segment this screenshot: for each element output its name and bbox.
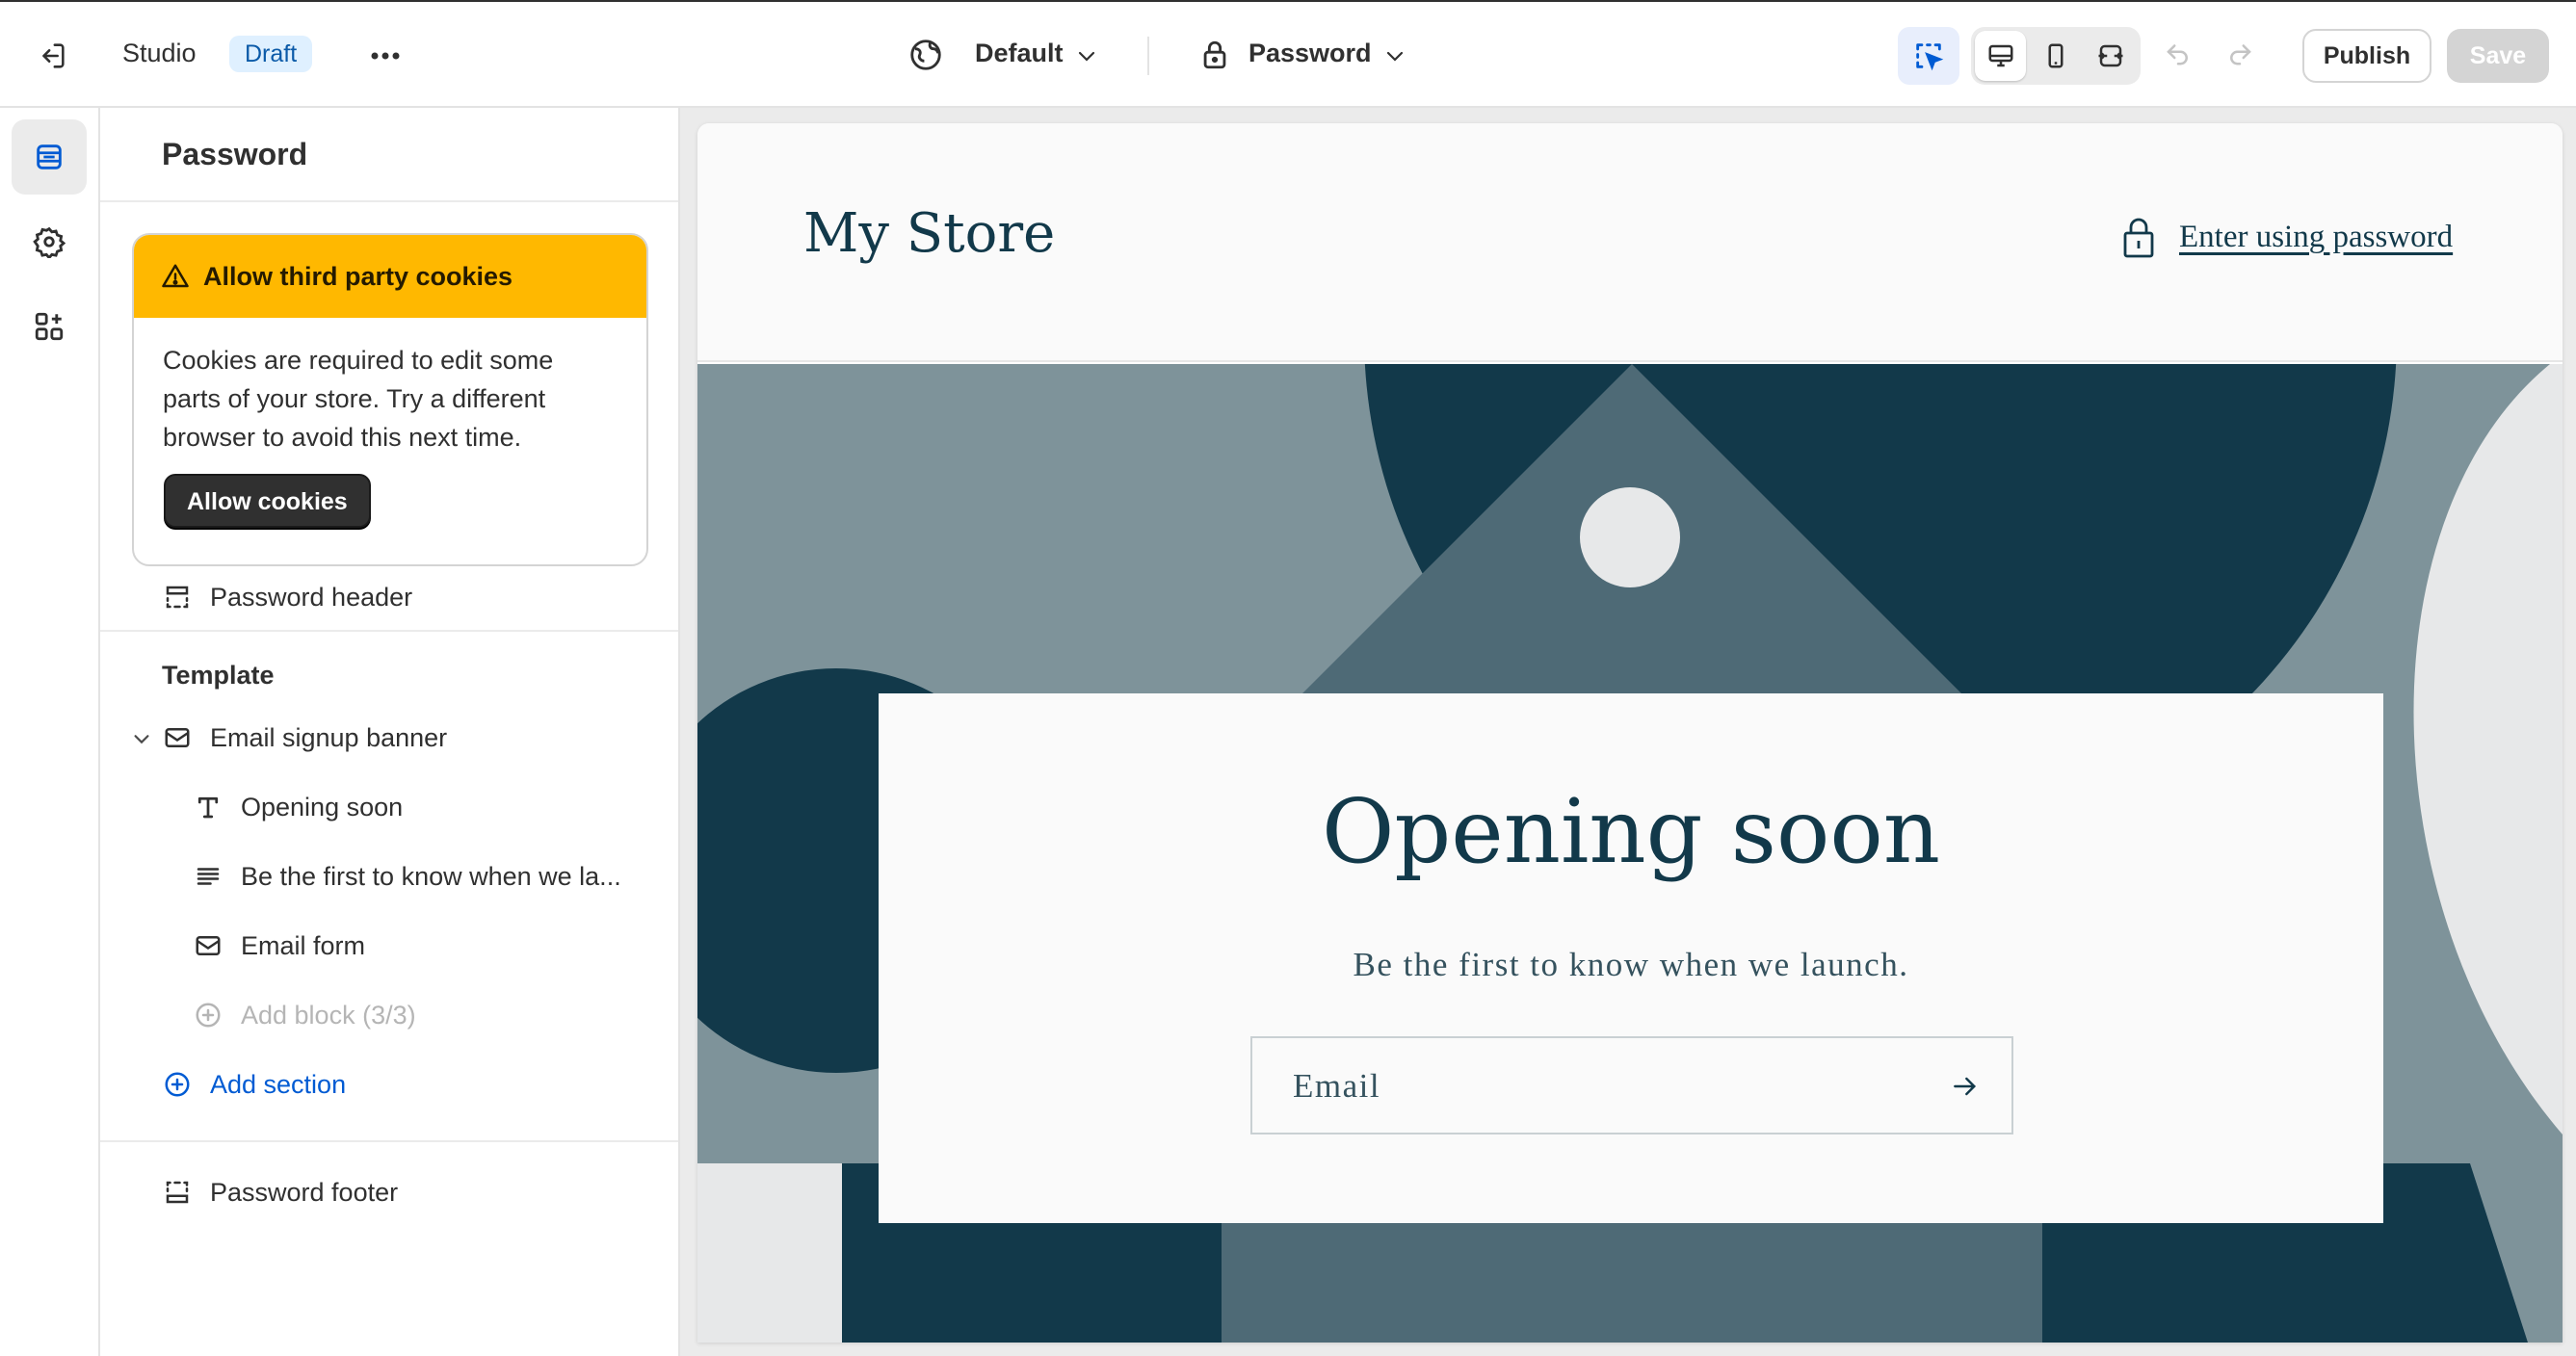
inspector-toggle[interactable] xyxy=(1898,27,1959,85)
paragraph-icon xyxy=(197,868,220,885)
page-selector[interactable]: Password xyxy=(1249,39,1372,68)
divider xyxy=(100,1140,678,1142)
top-bar: Studio Draft Default Password Publish Sa… xyxy=(0,0,2576,108)
viewport-switcher xyxy=(1971,27,2141,85)
cookie-banner-body: Cookies are required to edit some parts … xyxy=(163,346,554,452)
store-preview[interactable]: My Store Enter using password Opening so… xyxy=(697,123,2563,1343)
status-badge: Draft xyxy=(229,36,313,72)
block-label: Opening soon xyxy=(241,793,404,821)
block-heading[interactable]: Opening soon xyxy=(100,778,678,836)
desktop-icon xyxy=(1988,44,2013,67)
toolbar-divider xyxy=(1147,37,1149,75)
more-icon xyxy=(371,52,400,60)
cookie-banner-header: Allow third party cookies xyxy=(134,235,646,318)
add-block-button[interactable]: Add block (3/3) xyxy=(100,986,678,1044)
gear-icon xyxy=(33,226,66,258)
section-label: Password header xyxy=(210,583,413,612)
section-email-signup-banner[interactable]: Email signup banner xyxy=(100,709,678,767)
undo-icon[interactable] xyxy=(2164,39,2193,67)
block-label: Be the first to know when we la... xyxy=(241,862,621,891)
chevron-down-icon[interactable] xyxy=(1383,44,1406,67)
inspector-icon xyxy=(1916,43,1944,71)
globe-icon xyxy=(910,39,941,70)
block-email-form[interactable]: Email form xyxy=(100,917,678,975)
fullwidth-view-button[interactable] xyxy=(2086,31,2137,81)
rail-item-apps[interactable] xyxy=(12,289,87,364)
mobile-view-button[interactable] xyxy=(2030,31,2081,81)
sections-icon xyxy=(37,144,62,170)
email-placeholder: Email xyxy=(1293,1067,1381,1105)
email-icon xyxy=(196,936,221,955)
redo-icon[interactable] xyxy=(2225,39,2254,67)
hero-heading: Opening soon xyxy=(1321,780,1941,883)
email-icon xyxy=(165,728,190,747)
chevron-down-icon[interactable] xyxy=(1075,44,1098,67)
exit-icon xyxy=(42,43,65,68)
signup-card: Opening soon Be the first to know when w… xyxy=(879,693,2383,1223)
desktop-view-button[interactable] xyxy=(1975,31,2027,81)
app-name: Studio xyxy=(122,39,197,67)
fullwidth-icon xyxy=(2098,44,2123,67)
plus-circle-icon xyxy=(196,1003,221,1028)
chevron-down-icon[interactable] xyxy=(131,728,152,749)
apps-icon xyxy=(35,312,64,341)
cookie-banner: Allow third party cookies Cookies are re… xyxy=(132,233,648,566)
block-text[interactable]: Be the first to know when we la... xyxy=(100,848,678,905)
preview-header[interactable]: My Store Enter using password xyxy=(697,123,2563,362)
theme-selector[interactable]: Default xyxy=(975,39,1064,68)
hero-subheading: Be the first to know when we launch. xyxy=(1353,946,1909,983)
cookie-banner-title: Allow third party cookies xyxy=(203,261,513,291)
block-label: Email form xyxy=(241,931,366,960)
lock-icon xyxy=(1203,40,1226,69)
mobile-icon xyxy=(2048,43,2063,68)
warning-icon xyxy=(162,264,189,288)
template-label: Template xyxy=(162,661,275,690)
footer-section-icon xyxy=(166,1181,189,1204)
rail-item-settings[interactable] xyxy=(12,204,87,279)
text-icon xyxy=(197,796,219,819)
more-button[interactable] xyxy=(364,35,407,77)
save-button[interactable]: Save xyxy=(2447,29,2549,83)
arrow-right-icon[interactable] xyxy=(1948,1071,1983,1102)
email-field[interactable]: Email xyxy=(1250,1036,2013,1134)
divider xyxy=(100,630,678,632)
add-block-label: Add block (3/3) xyxy=(241,1001,416,1030)
section-label: Email signup banner xyxy=(210,723,448,752)
lock-icon xyxy=(2123,218,2154,258)
section-label: Password footer xyxy=(210,1178,399,1207)
plus-circle-icon xyxy=(165,1072,190,1097)
left-rail xyxy=(0,108,100,1356)
exit-button[interactable] xyxy=(29,33,75,79)
rail-item-sections[interactable] xyxy=(12,119,87,195)
add-section-label: Add section xyxy=(210,1070,347,1099)
sidebar-title: Password xyxy=(162,137,308,171)
add-section-button[interactable]: Add section xyxy=(100,1056,678,1113)
section-password-header[interactable]: Password header xyxy=(100,568,678,626)
store-name: My Store xyxy=(803,202,1056,265)
header-section-icon xyxy=(166,586,189,609)
publish-button[interactable]: Publish xyxy=(2302,29,2431,83)
divider xyxy=(100,200,678,202)
allow-cookies-button[interactable]: Allow cookies xyxy=(164,474,371,528)
sections-sidebar: Password Allow third party cookies Cooki… xyxy=(100,108,680,1356)
section-password-footer[interactable]: Password footer xyxy=(100,1163,678,1221)
enter-password-link[interactable]: Enter using password xyxy=(2179,220,2453,255)
